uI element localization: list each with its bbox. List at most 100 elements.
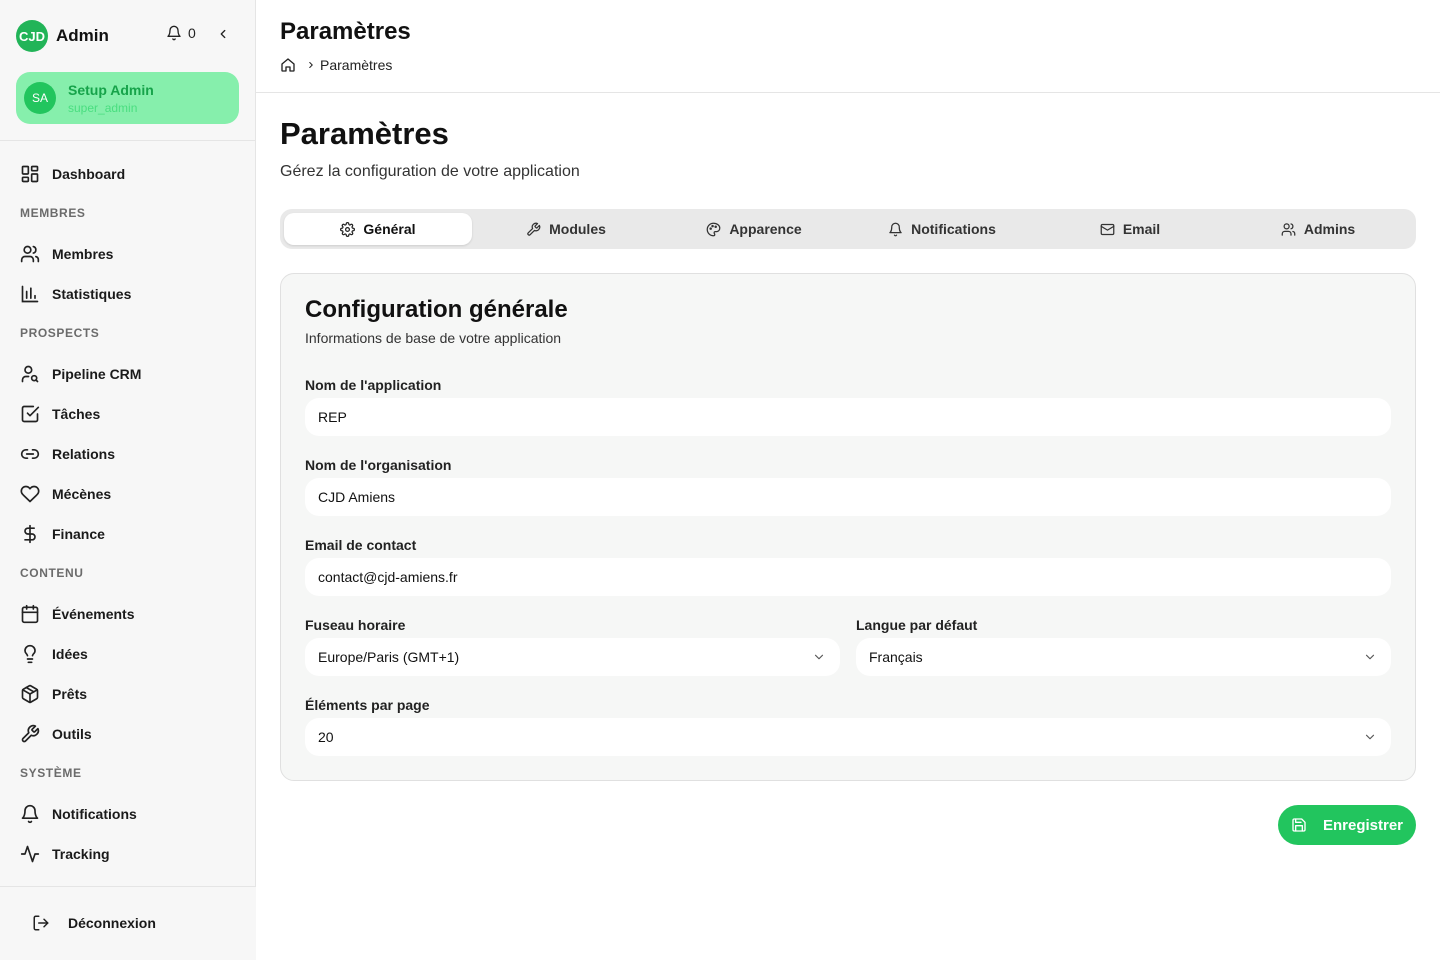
tab-label: Général: [363, 221, 416, 237]
contact-email-input[interactable]: contact@cjd-amiens.fr: [305, 558, 1391, 596]
tab-apparence[interactable]: Apparence: [660, 213, 848, 245]
mail-icon: [1100, 222, 1115, 237]
sidebar-item-pipeline-crm[interactable]: Pipeline CRM: [8, 356, 248, 392]
tab-label: Modules: [549, 221, 606, 237]
sidebar-item-label: Statistiques: [52, 286, 132, 302]
app-name-input[interactable]: REP: [305, 398, 1391, 436]
sidebar-item-mecenes[interactable]: Mécènes: [8, 476, 248, 512]
user-card[interactable]: SA Setup Admin super_admin: [16, 72, 239, 124]
avatar: SA: [24, 82, 56, 114]
app-name-label: Nom de l'application: [305, 377, 442, 393]
breadcrumb-current: Paramètres: [320, 57, 393, 73]
sidebar-item-dashboard[interactable]: Dashboard: [8, 156, 248, 192]
package-icon: [20, 684, 40, 704]
user-role: super_admin: [68, 100, 138, 115]
sidebar-item-tracking[interactable]: Tracking: [8, 836, 248, 872]
header-title: Paramètres: [280, 18, 411, 45]
sidebar-item-statistiques[interactable]: Statistiques: [8, 276, 248, 312]
notifications-button[interactable]: 0: [166, 25, 196, 41]
per-page-select[interactable]: 20: [305, 718, 1391, 756]
user-name: Setup Admin: [68, 81, 154, 98]
sidebar-item-membres[interactable]: Membres: [8, 236, 248, 272]
check-square-icon: [20, 404, 40, 424]
chevron-left-icon: [220, 29, 226, 39]
sidebar-item-notifications[interactable]: Notifications: [8, 796, 248, 832]
save-icon: [1291, 817, 1307, 833]
sidebar-item-outils[interactable]: Outils: [8, 716, 248, 752]
org-name-label: Nom de l'organisation: [305, 457, 452, 473]
tab-label: Notifications: [911, 221, 996, 237]
tab-notifications[interactable]: Notifications: [848, 213, 1036, 245]
sidebar-item-label: Outils: [52, 726, 92, 742]
timezone-value: Europe/Paris (GMT+1): [318, 649, 460, 665]
sidebar-item-relations[interactable]: Relations: [8, 436, 248, 472]
sidebar-item-label: Dashboard: [52, 166, 126, 182]
language-label: Langue par défaut: [856, 617, 978, 633]
section-label-prospects: PROSPECTS: [20, 326, 100, 340]
wrench-icon: [20, 724, 40, 744]
link-icon: [20, 444, 40, 464]
bar-chart-icon: [20, 284, 40, 304]
chevron-down-icon: [1363, 650, 1377, 664]
page-title: Paramètres: [280, 116, 449, 151]
sidebar-item-label: Membres: [52, 246, 114, 262]
settings-tabs: Général Modules Apparence Notifications …: [280, 209, 1416, 249]
timezone-select[interactable]: Europe/Paris (GMT+1): [305, 638, 840, 676]
dashboard-icon: [20, 164, 40, 184]
breadcrumb: Paramètres: [280, 57, 392, 73]
sidebar-item-label: Prêts: [52, 686, 88, 702]
language-select[interactable]: Français: [856, 638, 1391, 676]
section-label-systeme: SYSTÈME: [20, 766, 82, 780]
save-label: Enregistrer: [1322, 816, 1404, 834]
sidebar-item-label: Pipeline CRM: [52, 366, 142, 382]
section-label-membres: MEMBRES: [20, 206, 86, 220]
users-icon: [1281, 222, 1296, 237]
users-icon: [20, 244, 40, 264]
logout-button[interactable]: Déconnexion: [24, 905, 156, 941]
chevron-down-icon: [812, 650, 826, 664]
breadcrumb-separator-icon: [306, 60, 316, 70]
save-button[interactable]: Enregistrer: [1278, 805, 1416, 845]
palette-icon: [706, 222, 721, 237]
card-title: Configuration générale: [305, 296, 568, 323]
sidebar-item-prets[interactable]: Prêts: [8, 676, 248, 712]
collapse-sidebar-button[interactable]: [216, 27, 230, 41]
tab-modules[interactable]: Modules: [472, 213, 660, 245]
tab-label: Email: [1122, 221, 1161, 237]
logout-label: Déconnexion: [68, 915, 156, 931]
tab-email[interactable]: Email: [1036, 213, 1224, 245]
general-config-card: Configuration générale Informations de b…: [280, 273, 1416, 781]
sidebar-item-label: Finance: [52, 526, 105, 542]
notification-count: 0: [188, 25, 196, 41]
heart-icon: [20, 484, 40, 504]
sidebar-item-label: Mécènes: [52, 486, 112, 502]
tab-admins[interactable]: Admins: [1224, 213, 1412, 245]
top-header: Paramètres Paramètres: [256, 0, 1440, 93]
home-icon[interactable]: [280, 57, 296, 73]
sidebar-item-more[interactable]: [8, 876, 248, 886]
brand-title: Admin: [56, 26, 109, 45]
calendar-icon: [20, 604, 40, 624]
tab-label: Apparence: [729, 221, 802, 237]
sidebar-item-label: Notifications: [52, 806, 137, 822]
activity-icon: [20, 844, 40, 864]
sidebar-item-evenements[interactable]: Événements: [8, 596, 248, 632]
section-label-contenu: CONTENU: [20, 566, 84, 580]
bell-icon: [20, 804, 40, 824]
contact-email-label: Email de contact: [305, 537, 417, 553]
sidebar-item-finance[interactable]: Finance: [8, 516, 248, 552]
tab-label: Admins: [1303, 221, 1356, 237]
org-name-input[interactable]: CJD Amiens: [305, 478, 1391, 516]
dollar-icon: [20, 524, 40, 544]
sidebar-item-label: Événements: [52, 606, 135, 622]
per-page-value: 20: [318, 729, 334, 745]
tab-general[interactable]: Général: [284, 213, 472, 245]
app-logo: CJD: [16, 20, 48, 52]
sidebar-item-label: Tracking: [52, 846, 110, 862]
lightbulb-icon: [20, 644, 40, 664]
sidebar-item-idees[interactable]: Idées: [8, 636, 248, 672]
sidebar-item-taches[interactable]: Tâches: [8, 396, 248, 432]
language-value: Français: [869, 649, 923, 665]
card-subtitle: Informations de base de votre applicatio…: [305, 330, 562, 346]
timezone-label: Fuseau horaire: [305, 617, 406, 633]
